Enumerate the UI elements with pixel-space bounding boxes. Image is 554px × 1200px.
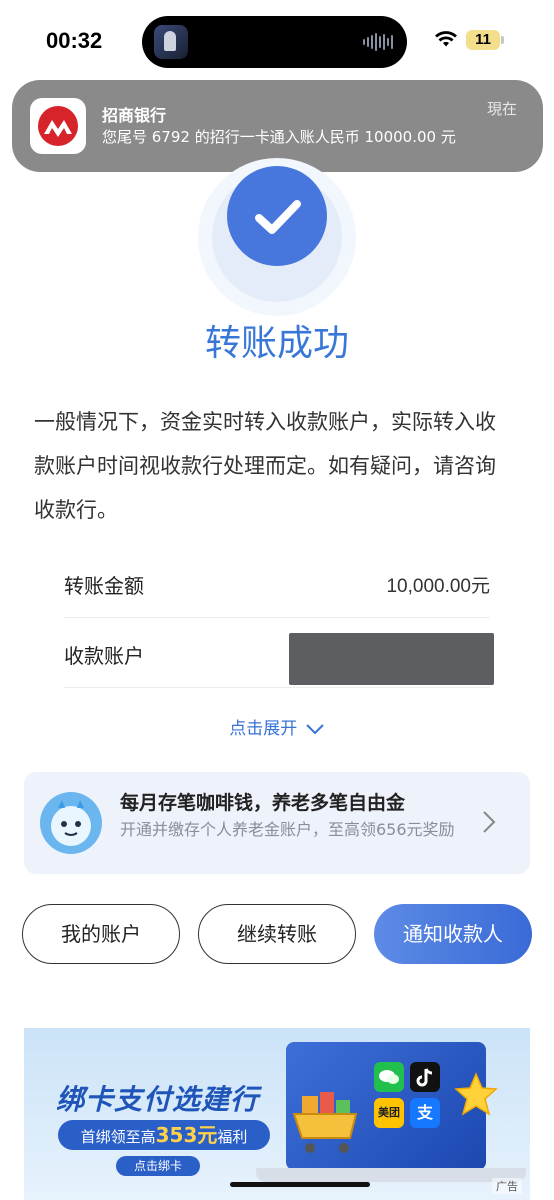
notification-time: 現在 bbox=[486, 100, 517, 118]
checkmark-icon bbox=[227, 166, 327, 266]
notify-payee-button[interactable]: 通知收款人 bbox=[374, 904, 532, 964]
promo-subtitle: 开通并缴存个人养老金账户，至高领656元奖励 bbox=[120, 820, 455, 839]
offer-prefix: 首绑领至高 bbox=[80, 1128, 156, 1146]
detail-row-amount: 转账金额 10,000.00元 bbox=[64, 550, 490, 618]
audio-waveform-icon bbox=[363, 33, 393, 51]
home-indicator[interactable] bbox=[230, 1182, 370, 1187]
page-title: 转账成功 bbox=[204, 323, 349, 364]
offer-suffix: 福利 bbox=[217, 1128, 248, 1146]
alipay-icon: 支 bbox=[410, 1098, 440, 1128]
ad-banner[interactable]: 绑卡支付选建行 首绑领至高353元福利 点击绑卡 美团 支 广告 bbox=[24, 1028, 530, 1200]
result-description: 一般情况下，资金实时转入收款账户，实际转入收款账户时间视收款行处理而定。如有疑问… bbox=[34, 410, 496, 522]
meituan-icon: 美团 bbox=[374, 1098, 404, 1128]
star-icon bbox=[454, 1072, 498, 1116]
cmb-logo-icon bbox=[30, 98, 86, 154]
ad-label: 广告 bbox=[492, 1178, 522, 1194]
laptop-base bbox=[256, 1168, 526, 1182]
battery-icon: 11 bbox=[466, 30, 500, 50]
battery-cap bbox=[501, 36, 504, 44]
now-playing-artwork bbox=[154, 25, 188, 59]
my-account-button[interactable]: 我的账户 bbox=[22, 904, 180, 964]
banner-offer: 首绑领至高353元福利 bbox=[58, 1120, 270, 1150]
chevron-right-icon bbox=[483, 811, 496, 833]
shopping-cart-icon bbox=[292, 1092, 358, 1153]
offer-amount: 353元 bbox=[155, 1123, 218, 1147]
promo-title: 每月存笔咖啡钱，养老多笔自由金 bbox=[120, 792, 406, 814]
wechat-icon bbox=[374, 1062, 404, 1092]
dynamic-island[interactable] bbox=[142, 16, 407, 68]
amount-label: 转账金额 bbox=[64, 574, 144, 598]
chevron-down-icon bbox=[305, 724, 324, 735]
tiktok-icon bbox=[410, 1062, 440, 1092]
mascot-icon bbox=[40, 792, 102, 854]
payee-account-label: 收款账户 bbox=[64, 644, 144, 668]
pension-promo-card[interactable]: 每月存笔咖啡钱，养老多笔自由金 开通并缴存个人养老金账户，至高领656元奖励 bbox=[24, 772, 530, 874]
redacted-account-block bbox=[289, 633, 494, 685]
expand-details-link[interactable]: 点击展开 bbox=[0, 714, 554, 739]
expand-label: 点击展开 bbox=[229, 719, 298, 739]
notification-app-name: 招商银行 bbox=[102, 106, 167, 125]
amount-value: 10,000.00元 bbox=[386, 576, 490, 597]
clock: 00:32 bbox=[46, 28, 103, 53]
notification-message: 您尾号 6792 的招行一卡通入账人民币 10000.00 元 bbox=[102, 128, 456, 146]
banner-title: 绑卡支付选建行 bbox=[56, 1083, 260, 1116]
status-bar: 00:32 11 bbox=[0, 0, 554, 80]
bind-card-button[interactable]: 点击绑卡 bbox=[116, 1156, 200, 1176]
wifi-icon bbox=[435, 31, 457, 47]
continue-transfer-button[interactable]: 继续转账 bbox=[198, 904, 356, 964]
